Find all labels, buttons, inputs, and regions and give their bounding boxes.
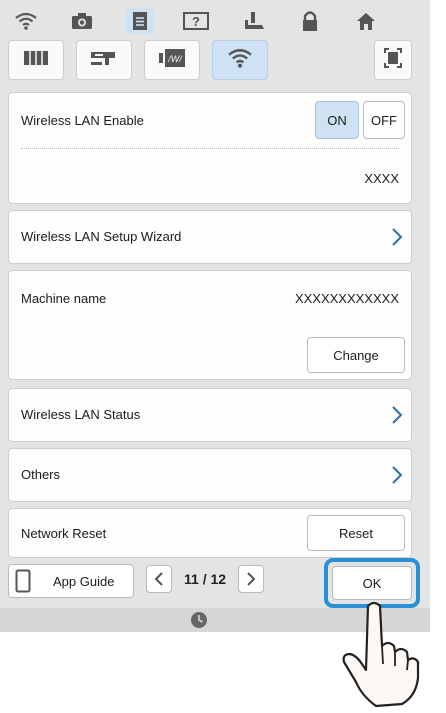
ok-button[interactable]: OK — [332, 566, 412, 600]
embroidery-frame-icon: /W/ — [157, 48, 187, 73]
tapping-hand-icon — [342, 601, 420, 708]
home-icon[interactable] — [352, 8, 380, 34]
change-button[interactable]: Change — [307, 337, 405, 373]
machine-name-panel: Machine name XXXXXXXXXXXX Change — [8, 270, 412, 380]
wifi-icon[interactable] — [12, 8, 40, 34]
next-page-button[interactable] — [238, 565, 265, 593]
screen-capture-button[interactable] — [374, 40, 412, 80]
help-screen-icon[interactable]: ? — [182, 8, 210, 34]
network-reset-label: Network Reset — [21, 526, 107, 541]
page-total: 12 — [210, 571, 227, 587]
category-tab-row: /W/ — [8, 40, 422, 86]
reset-button[interactable]: Reset — [307, 515, 405, 551]
clock-icon[interactable] — [190, 611, 208, 634]
wireless-lan-status-label: Wireless LAN Status — [21, 407, 141, 422]
previous-page-button[interactable] — [146, 565, 172, 593]
presser-foot-icon[interactable] — [240, 8, 268, 34]
bottom-bar: App Guide 11 / 12 OK — [8, 558, 422, 608]
divider — [21, 148, 399, 149]
chevron-right-icon — [247, 572, 256, 586]
page-navigator: 11 / 12 — [146, 565, 265, 593]
wireless-lan-status-row[interactable]: Wireless LAN Status — [8, 388, 412, 442]
tab-wireless[interactable] — [212, 40, 268, 80]
machine-settings-icon — [23, 49, 49, 72]
others-label: Others — [21, 467, 61, 482]
app-guide-button[interactable]: App Guide — [8, 564, 134, 598]
chevron-right-icon — [392, 406, 403, 424]
tab-machine-settings[interactable] — [8, 40, 64, 80]
tab-sewing-settings[interactable] — [76, 40, 132, 80]
app-guide-label: App Guide — [53, 573, 115, 589]
page-indicator: 11 / 12 — [184, 571, 226, 587]
others-row[interactable]: Others — [8, 448, 412, 502]
chevron-left-icon — [154, 572, 163, 586]
setup-wizard-label: Wireless LAN Setup Wizard — [21, 229, 182, 244]
network-reset-panel: Network Reset Reset — [8, 508, 412, 558]
svg-text:?: ? — [192, 14, 200, 29]
phone-icon — [15, 569, 31, 593]
document-icon[interactable] — [126, 8, 154, 34]
camera-icon[interactable] — [68, 8, 96, 34]
machine-name-label: Machine name — [21, 291, 107, 306]
machine-name-value: XXXXXXXXXXXX — [294, 291, 399, 306]
wireless-on-button[interactable]: ON — [315, 101, 359, 139]
wifi-icon — [226, 47, 254, 74]
settings-screen: ? /W/ Wireless LAN Enable ON OFF XXXX Wi… — [0, 0, 430, 632]
tab-embroidery-settings[interactable]: /W/ — [144, 40, 200, 80]
top-icon-bar: ? — [8, 6, 422, 36]
sewing-settings-icon — [89, 49, 119, 72]
chevron-right-icon — [392, 466, 403, 484]
wireless-lan-enable-panel: Wireless LAN Enable ON OFF XXXX — [8, 92, 412, 204]
wireless-lan-enable-label: Wireless LAN Enable — [21, 113, 144, 128]
svg-text:/W/: /W/ — [167, 54, 183, 64]
wireless-lan-setup-wizard-row[interactable]: Wireless LAN Setup Wizard — [8, 210, 412, 264]
page-current: 11 — [184, 571, 199, 587]
chevron-right-icon — [392, 228, 403, 246]
page-separator: / — [202, 571, 207, 587]
screen-capture-icon — [383, 47, 403, 74]
connected-network-value: XXXX — [364, 171, 399, 186]
lock-icon[interactable] — [296, 8, 324, 34]
wireless-off-button[interactable]: OFF — [363, 101, 405, 139]
